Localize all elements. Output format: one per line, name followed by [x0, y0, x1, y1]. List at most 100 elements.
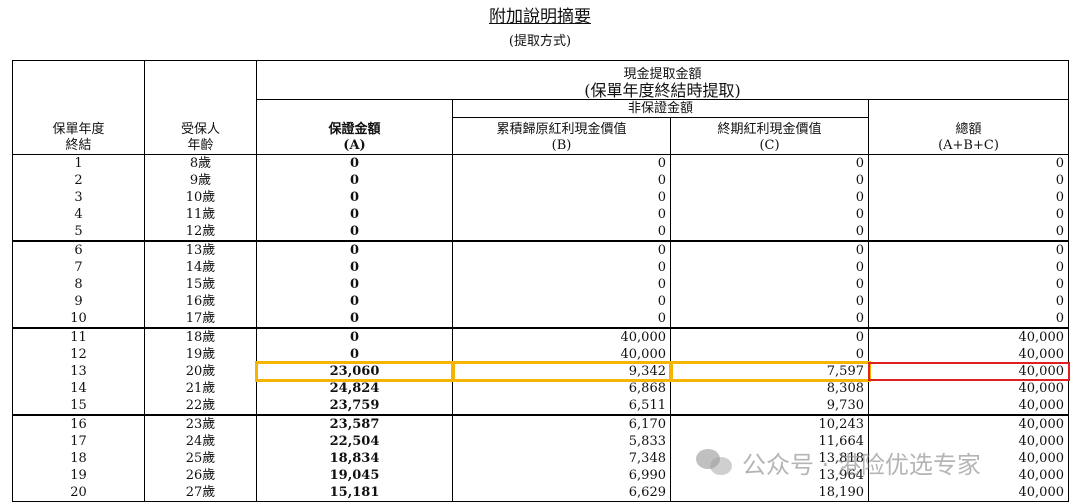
header-total: 總額 (A+B+C) — [868, 99, 1069, 155]
cell-guaranteed: 0 — [256, 346, 453, 363]
table-row: 9 16歲 0 0 0 0 — [12, 293, 1069, 310]
cell-year: 15 — [12, 397, 145, 416]
cell-guaranteed: 0 — [256, 327, 453, 346]
cell-guaranteed: 0 — [256, 310, 453, 329]
cell-terminal-bonus: 10,243 — [670, 414, 869, 433]
cell-total: 40,000 — [868, 397, 1069, 416]
table-row: 3 10歲 0 0 0 0 — [12, 189, 1069, 206]
table-row: 20 27歲 15,181 6,629 18,190 40,000 — [12, 484, 1069, 502]
cell-total: 0 — [868, 293, 1069, 310]
document-title: 附加說明摘要 — [489, 7, 591, 27]
cell-terminal-bonus: 0 — [670, 310, 869, 329]
watermark-text: 公众号 · 港险优选专家 — [742, 450, 981, 479]
cell-terminal-bonus: 0 — [670, 189, 869, 206]
cell-year: 11 — [12, 327, 145, 346]
cell-year: 18 — [12, 450, 145, 467]
cell-reversionary-bonus: 40,000 — [452, 327, 671, 346]
cell-guaranteed: 0 — [256, 154, 453, 172]
header-policy-year: 保單年度 終結 — [12, 60, 145, 155]
cell-age: 19歲 — [144, 346, 257, 363]
cell-year: 10 — [12, 310, 145, 329]
cell-guaranteed: 23,759 — [256, 397, 453, 416]
cell-year: 8 — [12, 276, 145, 293]
table-row: 7 14歲 0 0 0 0 — [12, 259, 1069, 276]
cell-total: 0 — [868, 259, 1069, 276]
table-row-highlighted: 13 20歲 23,060 9,342 7,597 40,000 — [12, 361, 1070, 382]
header-non-guaranteed: 非保證金額 — [452, 99, 869, 118]
header-guaranteed-a: 保證金額 (A) — [256, 99, 453, 155]
cell-year: 4 — [12, 206, 145, 223]
cell-guaranteed: 0 — [256, 223, 453, 242]
cell-year: 1 — [12, 154, 145, 172]
cell-reversionary-bonus: 0 — [452, 189, 671, 206]
cell-age: 25歲 — [144, 450, 257, 467]
cell-terminal-bonus-highlighted: 7,597 — [668, 361, 871, 382]
header-insured-age: 受保人 年齡 — [144, 60, 257, 155]
row-group-years-11-15: 11 18歲 0 40,000 0 40,000 12 19歲 0 40,000 0 40,000 … — [12, 327, 1070, 416]
table-row: 2 9歲 0 0 0 0 — [12, 172, 1069, 189]
cell-age: 21歲 — [144, 380, 257, 397]
cell-guaranteed: 0 — [256, 276, 453, 293]
cell-terminal-bonus: 8,308 — [670, 380, 869, 397]
cell-age: 12歲 — [144, 223, 257, 242]
cell-guaranteed: 0 — [256, 189, 453, 206]
table-row: 6 13歲 0 0 0 0 — [12, 240, 1069, 259]
cell-terminal-bonus: 9,730 — [670, 397, 869, 416]
cell-terminal-bonus: 0 — [670, 259, 869, 276]
table-row: 12 19歲 0 40,000 0 40,000 — [12, 346, 1069, 363]
cell-reversionary-bonus: 6,990 — [452, 467, 671, 484]
cell-age: 27歲 — [144, 484, 257, 502]
cell-guaranteed: 24,824 — [256, 380, 453, 397]
table-row: 5 12歲 0 0 0 0 — [12, 223, 1069, 242]
cell-year: 2 — [12, 172, 145, 189]
cell-reversionary-bonus: 0 — [452, 240, 671, 259]
cell-reversionary-bonus: 0 — [452, 206, 671, 223]
cell-guaranteed: 23,587 — [256, 414, 453, 433]
cell-year: 19 — [12, 467, 145, 484]
table-row: 10 17歲 0 0 0 0 — [12, 310, 1069, 329]
table-row: 8 15歲 0 0 0 0 — [12, 276, 1069, 293]
cell-reversionary-bonus: 6,170 — [452, 414, 671, 433]
cell-reversionary-bonus-highlighted: 9,342 — [450, 361, 673, 382]
row-group-years-1-5: 1 8歲 0 0 0 0 2 9歲 0 0 0 0 3 10歲 0 0 0 0 4 11歲 0 0 0 0 5 12歲 0 0… — [12, 154, 1069, 242]
watermark: 公众号 · 港险优选专家 — [696, 442, 981, 482]
cell-age: 8歲 — [144, 154, 257, 172]
table-row: 16 23歲 23,587 6,170 10,243 40,000 — [12, 414, 1069, 433]
cell-age: 11歲 — [144, 206, 257, 223]
cell-terminal-bonus: 0 — [670, 327, 869, 346]
cell-total: 0 — [868, 240, 1069, 259]
cell-age: 17歲 — [144, 310, 257, 329]
withdrawal-summary-table: 保單年度 終結 受保人 年齡 現金提取金額 (保單年度終結時提取) 保證金額 (A) … — [12, 60, 1070, 502]
cell-guaranteed: 19,045 — [256, 467, 453, 484]
cell-guaranteed: 0 — [256, 206, 453, 223]
cell-age: 13歲 — [144, 240, 257, 259]
cell-terminal-bonus: 18,190 — [670, 484, 869, 502]
cell-total: 0 — [868, 276, 1069, 293]
cell-reversionary-bonus: 0 — [452, 223, 671, 242]
cell-guaranteed: 0 — [256, 240, 453, 259]
cell-guaranteed: 18,834 — [256, 450, 453, 467]
cell-guaranteed-highlighted: 23,060 — [254, 361, 455, 382]
document-subtitle: (提取方式) — [508, 34, 572, 49]
cell-total-highlighted: 40,000 — [867, 362, 1070, 381]
cell-reversionary-bonus: 0 — [452, 154, 671, 172]
cell-reversionary-bonus: 0 — [452, 276, 671, 293]
cell-total: 0 — [868, 310, 1069, 329]
cell-age: 15歲 — [144, 276, 257, 293]
cell-age: 20歲 — [144, 363, 257, 380]
wechat-icon — [696, 447, 734, 477]
cell-terminal-bonus: 0 — [670, 293, 869, 310]
cell-reversionary-bonus: 40,000 — [452, 346, 671, 363]
table-row: 14 21歲 24,824 6,868 8,308 40,000 — [12, 380, 1069, 397]
cell-guaranteed: 0 — [256, 293, 453, 310]
cell-year: 14 — [12, 380, 145, 397]
cell-year: 7 — [12, 259, 145, 276]
cell-total: 40,000 — [868, 327, 1069, 346]
cell-reversionary-bonus: 0 — [452, 310, 671, 329]
cell-total: 40,000 — [868, 346, 1069, 363]
cell-age: 16歲 — [144, 293, 257, 310]
cell-total: 40,000 — [868, 484, 1069, 502]
cell-age: 10歲 — [144, 189, 257, 206]
cell-total: 0 — [868, 154, 1069, 172]
table-row: 4 11歲 0 0 0 0 — [12, 206, 1069, 223]
